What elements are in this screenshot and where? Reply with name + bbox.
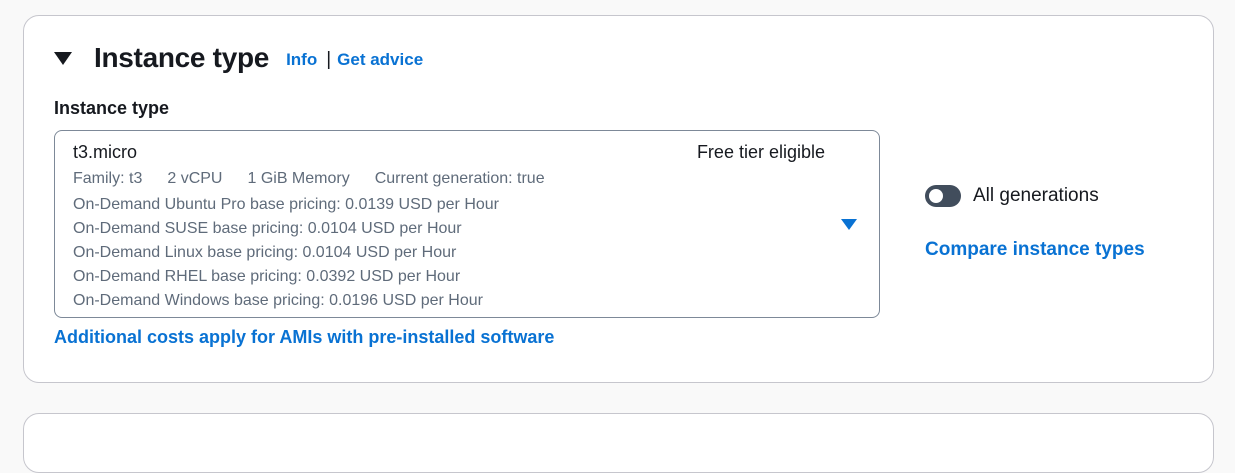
additional-costs-link[interactable]: Additional costs apply for AMIs with pre… [54,327,554,348]
pricing-rhel: On-Demand RHEL base pricing: 0.0392 USD … [73,268,461,285]
pricing-list: On-Demand Ubuntu Pro base pricing: 0.013… [73,193,499,313]
pricing-suse: On-Demand SUSE base pricing: 0.0104 USD … [73,220,462,237]
section-title: Instance type [94,42,270,73]
all-generations-toggle[interactable] [925,185,961,207]
attribute-family: Family: t3 [73,170,143,187]
attribute-vcpu: 2 vCPU [167,170,223,187]
all-generations-toggle-row: All generations [925,185,1099,207]
link-separator: | [326,49,332,70]
instance-type-field-label: Instance type [54,98,170,118]
get-advice-link[interactable]: Get advice [337,50,423,70]
compare-instance-types-link[interactable]: Compare instance types [925,239,1145,261]
selected-instance-name: t3.micro [73,142,138,162]
section-header: Instance type Info | Get advice [54,42,423,74]
header-links: Info | Get advice [286,49,423,71]
dropdown-caret-icon[interactable] [841,219,857,230]
collapse-caret-icon[interactable] [54,51,72,65]
all-generations-label: All generations [973,185,1099,206]
toggle-knob [929,189,943,203]
attribute-generation: Current generation: true [374,170,545,187]
pricing-windows: On-Demand Windows base pricing: 0.0196 U… [73,292,483,309]
next-panel [23,413,1214,473]
pricing-ubuntu-pro: On-Demand Ubuntu Pro base pricing: 0.013… [73,196,499,213]
free-tier-tag: Free tier eligible [696,142,825,162]
instance-attributes: Family: t3 2 vCPU 1 GiB Memory Current g… [73,170,570,188]
attribute-memory: 1 GiB Memory [247,170,350,187]
instance-type-panel: Instance type Info | Get advice Instance… [23,15,1214,383]
info-link[interactable]: Info [286,50,317,70]
instance-type-select[interactable]: t3.micro Free tier eligible Family: t3 2… [54,130,880,318]
pricing-linux: On-Demand Linux base pricing: 0.0104 USD… [73,244,457,261]
